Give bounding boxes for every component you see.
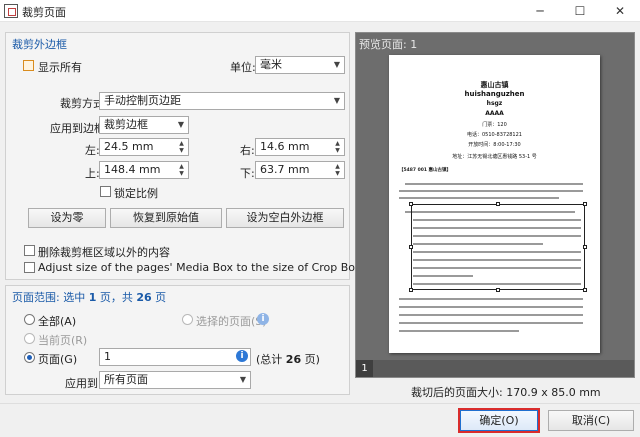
selected-pages-label: 选择的页面(S) (196, 315, 267, 328)
pages-input-value: 1 (104, 350, 111, 363)
close-button[interactable]: ✕ (600, 0, 640, 22)
right-margin-label: 右: (240, 144, 255, 157)
right-margin-value: 14.6 mm (260, 140, 310, 153)
total-pages-text: (总计 26 页) (256, 353, 320, 366)
page-thumb-1[interactable]: 1 (356, 360, 373, 377)
current-page-label: 当前页(R) (38, 334, 88, 347)
show-all-label: 显示所有 (38, 61, 82, 74)
minimize-button[interactable]: ─ (520, 0, 560, 22)
unit-value: 毫米 (260, 58, 282, 71)
bottom-margin-value: 63.7 mm (260, 163, 310, 176)
crop-handle-left[interactable] (409, 245, 413, 249)
pages-input[interactable]: 1 (99, 348, 251, 366)
crop-handle-bottom-left[interactable] (409, 288, 413, 292)
text-line (399, 197, 559, 199)
spin-arrows-icon[interactable]: ▲ ▼ (333, 163, 342, 177)
crop-mode-select[interactable]: 手动控制页边距 ▼ (99, 92, 345, 110)
text-line (399, 314, 583, 316)
crop-handle-top[interactable] (496, 202, 500, 206)
show-all-checkbox[interactable] (23, 60, 34, 71)
crop-handle-right[interactable] (583, 245, 587, 249)
apply-to-value: 所有页面 (104, 373, 148, 386)
text-line (405, 183, 583, 185)
bottom-margin-label: 下: (240, 167, 255, 180)
page-title-cn: 惠山古镇 (480, 81, 509, 89)
page-rating: AAAA (485, 110, 504, 117)
left-margin-spinbox[interactable]: 24.5 mm ▲ ▼ (99, 138, 189, 156)
crop-handle-top-right[interactable] (583, 202, 587, 206)
adjust-media-box-checkbox[interactable] (24, 262, 35, 273)
selected-pages-radio[interactable] (182, 314, 193, 325)
crop-app-icon (4, 4, 18, 18)
top-margin-label: 上: (85, 167, 100, 180)
delete-outside-checkbox[interactable] (24, 245, 35, 256)
apply-to-border-select[interactable]: 裁剪边框 ▼ (99, 116, 189, 134)
info-icon[interactable]: i (257, 313, 269, 325)
window-title: 裁剪页面 (22, 6, 66, 19)
adjust-media-box-label: Adjust size of the pages' Media Box to t… (38, 261, 362, 274)
lock-ratio-label: 锁定比例 (114, 187, 158, 200)
bottom-margin-spinbox[interactable]: 63.7 mm ▲ ▼ (255, 161, 345, 179)
lock-ratio-checkbox[interactable] (100, 186, 111, 197)
text-line (399, 298, 583, 300)
crop-handle-bottom-right[interactable] (583, 288, 587, 292)
page-address: 地址：江苏无锡北塘区惠钱路 53-1 号 (452, 154, 537, 160)
page-abbr: hsgz (486, 100, 503, 107)
page-tickets: 门票：120 (482, 122, 507, 128)
unit-select[interactable]: 毫米 ▼ (255, 56, 345, 74)
spin-arrows-icon[interactable]: ▲ ▼ (177, 140, 186, 154)
page-range-title: 页面范围: 选中 1 页，共 26 页 (12, 291, 167, 304)
all-pages-label: 全部(A) (38, 315, 77, 328)
ok-button[interactable]: 确定(O) (458, 408, 540, 433)
pages-label: 页面(G) (38, 353, 78, 366)
page-hours: 开放时间：8:00-17:30 (468, 142, 521, 148)
text-line (399, 330, 519, 332)
restore-original-button[interactable]: 恢复到原始值 (110, 208, 222, 228)
right-margin-spinbox[interactable]: 14.6 mm ▲ ▼ (255, 138, 345, 156)
apply-to-border-value: 裁剪边框 (104, 118, 148, 131)
page-title-pinyin: huishanguzhen (464, 90, 525, 98)
crop-mode-value: 手动控制页边距 (104, 94, 181, 107)
info-icon[interactable]: i (236, 350, 248, 362)
apply-to-border-label: 应用到边框 (50, 122, 105, 135)
spin-arrows-icon[interactable]: ▲ ▼ (177, 163, 186, 177)
unit-label: 单位: (230, 61, 256, 74)
cropped-size-label: 裁切后的页面大小: 170.9 x 85.0 mm (411, 386, 601, 399)
delete-outside-label: 删除裁剪框区域以外的内容 (38, 246, 170, 259)
all-pages-radio[interactable] (24, 314, 35, 325)
title-bar: 裁剪页面 ─ ☐ ✕ (0, 0, 640, 22)
pages-radio[interactable] (24, 352, 35, 363)
dialog-footer (0, 403, 640, 437)
page-phone: 电话：0510-83728121 (467, 132, 522, 138)
set-blank-margins-button[interactable]: 设为空白外边框 (226, 208, 344, 228)
left-margin-label: 左: (85, 144, 100, 157)
text-line (399, 306, 583, 308)
crop-box[interactable] (411, 204, 585, 290)
page-section-heading: 【5487 001 惠山古镇】 (399, 168, 452, 173)
chevron-down-icon: ▼ (333, 60, 340, 69)
cancel-button[interactable]: 取消(C) (548, 410, 634, 431)
crop-mode-label: 裁剪方式 (60, 97, 104, 110)
text-line (399, 322, 583, 324)
text-line (399, 190, 583, 192)
chevron-down-icon: ▼ (239, 375, 246, 384)
top-margin-spinbox[interactable]: 148.4 mm ▲ ▼ (99, 161, 189, 179)
top-margin-value: 148.4 mm (104, 163, 161, 176)
page-strip (356, 360, 634, 377)
chevron-down-icon: ▼ (177, 120, 184, 129)
crop-handle-top-left[interactable] (409, 202, 413, 206)
chevron-down-icon: ▼ (333, 96, 340, 105)
spin-arrows-icon[interactable]: ▲ ▼ (333, 140, 342, 154)
crop-handle-bottom[interactable] (496, 288, 500, 292)
apply-to-select[interactable]: 所有页面 ▼ (99, 371, 251, 389)
left-margin-value: 24.5 mm (104, 140, 154, 153)
preview-header: 预览页面: 1 (359, 38, 418, 51)
current-page-radio[interactable] (24, 333, 35, 344)
crop-margins-title: 裁剪外边框 (12, 38, 67, 51)
maximize-button[interactable]: ☐ (560, 0, 600, 22)
set-zero-button[interactable]: 设为零 (28, 208, 106, 228)
apply-to-label: 应用到: (65, 377, 102, 390)
